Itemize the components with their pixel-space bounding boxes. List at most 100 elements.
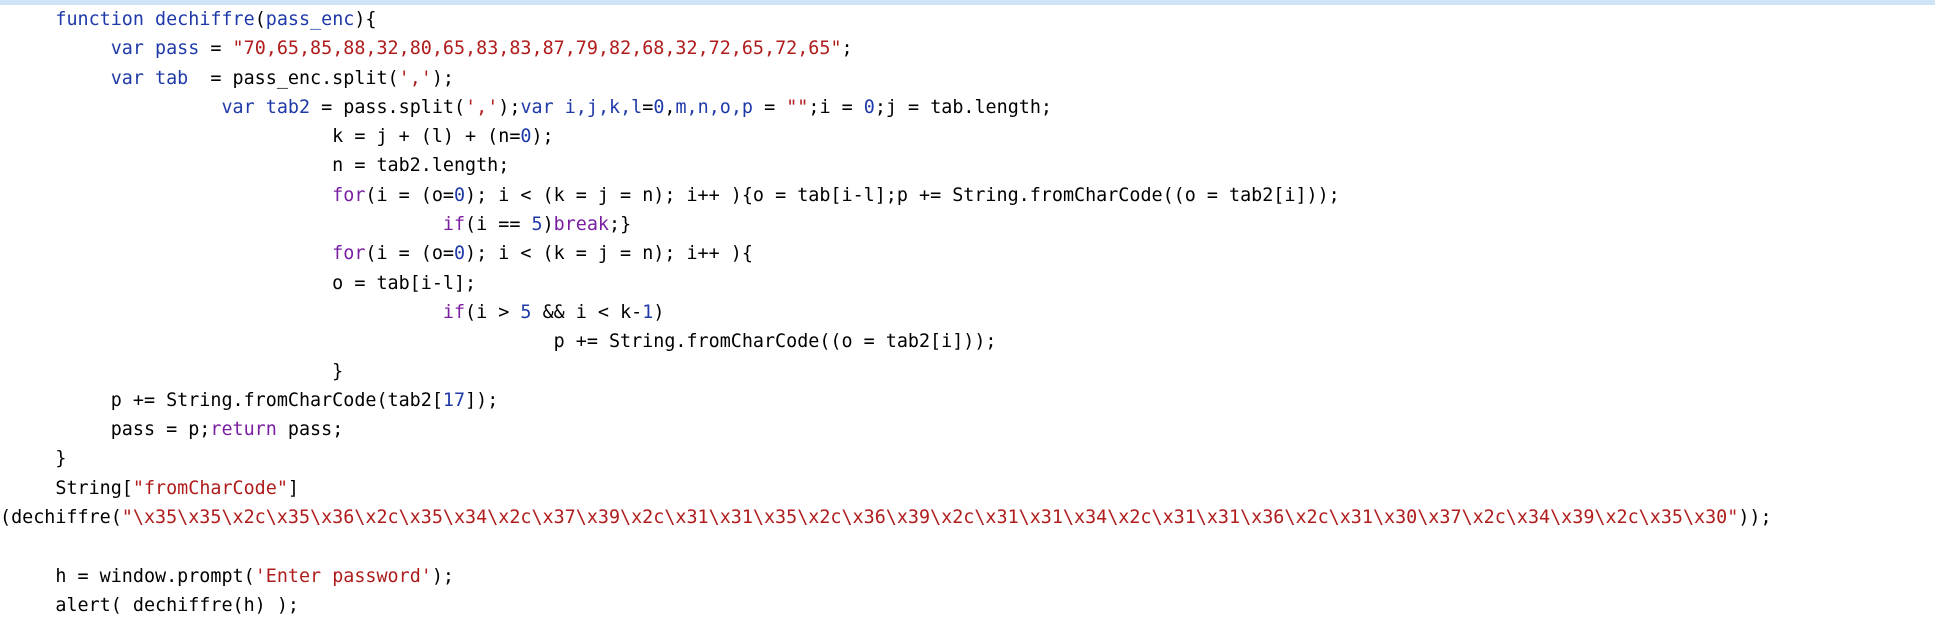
code-token: p += String.fromCharCode(tab2[ bbox=[110, 389, 443, 411]
code-token: tab bbox=[155, 67, 189, 89]
code-token: 5 bbox=[520, 301, 532, 323]
code-token: ); i < (k = j = n); i++ ){ bbox=[465, 243, 753, 265]
code-token: break bbox=[553, 214, 610, 236]
code-token: n = tab2.length; bbox=[332, 155, 510, 177]
code-line: function dechiffre(pass_enc){ bbox=[0, 5, 1935, 34]
code-line: var pass = "70,65,85,88,32,80,65,83,83,8… bbox=[0, 34, 1935, 63]
code-line: k = j + (l) + (n=0); bbox=[0, 122, 1935, 151]
code-token: var bbox=[110, 38, 144, 60]
code-token: = bbox=[199, 38, 233, 60]
code-token: (i = (o= bbox=[365, 184, 454, 206]
code-token: (dechiffre( bbox=[0, 507, 122, 529]
code-token: ( bbox=[254, 9, 266, 30]
code-line: p += String.fromCharCode((o = tab2[i])); bbox=[0, 327, 1935, 356]
code-token: 0 bbox=[453, 184, 466, 206]
code-token: ] bbox=[287, 477, 299, 499]
code-token: "" bbox=[786, 96, 809, 118]
code-token: ); bbox=[498, 96, 521, 118]
code-token: var bbox=[520, 96, 554, 118]
code-token: ;i = bbox=[808, 96, 864, 118]
code-line: for(i = (o=0); i < (k = j = n); i++ ){ bbox=[0, 239, 1935, 268]
code-token: && i < k- bbox=[531, 301, 643, 323]
code-token: = pass_enc.split( bbox=[188, 67, 399, 89]
code-token: o = tab[i-l]; bbox=[332, 272, 477, 294]
code-token: (i > bbox=[465, 301, 521, 323]
code-token: } bbox=[332, 360, 344, 382]
code-token: ; bbox=[841, 38, 853, 60]
code-token: ){ bbox=[354, 9, 377, 30]
code-line: h = window.prompt('Enter password'); bbox=[0, 562, 1935, 591]
code-token: ;j = tab.length; bbox=[874, 96, 1052, 118]
code-token: "70,65,85,88,32,80,65,83,83,87,79,82,68,… bbox=[232, 38, 842, 60]
code-line: var tab2 = pass.split(',');var i,j,k,l=0… bbox=[0, 93, 1935, 122]
code-token: ); bbox=[431, 67, 454, 89]
code-token: )); bbox=[1738, 507, 1772, 529]
code-token: (i == bbox=[465, 214, 532, 236]
code-token: m,n,o,p bbox=[675, 96, 753, 118]
code-token: pass_enc bbox=[265, 9, 355, 30]
code-token: 0 bbox=[653, 96, 665, 118]
code-token: ); bbox=[531, 126, 554, 148]
code-token: for bbox=[332, 184, 366, 206]
code-line: p += String.fromCharCode(tab2[17]); bbox=[0, 386, 1935, 415]
code-token: 'Enter password' bbox=[254, 565, 432, 587]
code-token: (i = (o= bbox=[365, 243, 454, 265]
code-token: = pass.split( bbox=[310, 96, 466, 118]
code-token: var bbox=[110, 67, 144, 89]
code-token: 0 bbox=[863, 96, 875, 118]
code-token: "\x35\x35\x2c\x35\x36\x2c\x35\x34\x2c\x3… bbox=[121, 507, 1739, 529]
code-token: var bbox=[221, 96, 255, 118]
code-editor[interactable]: function dechiffre(pass_enc){ var pass =… bbox=[0, 5, 1935, 620]
code-token: 5 bbox=[531, 214, 543, 236]
code-token: = bbox=[753, 96, 787, 118]
code-token: function bbox=[55, 9, 144, 30]
code-token: 0 bbox=[520, 126, 532, 148]
code-token: if bbox=[442, 301, 466, 323]
code-line: } bbox=[0, 357, 1935, 386]
code-token: tab2 bbox=[265, 96, 311, 118]
code-token: p += String.fromCharCode((o = tab2[i])); bbox=[553, 331, 997, 353]
code-line: alert( dechiffre(h) ); bbox=[0, 591, 1935, 620]
code-token: ) bbox=[653, 301, 665, 323]
code-token: pass bbox=[155, 38, 200, 60]
code-line: var tab = pass_enc.split(','); bbox=[0, 64, 1935, 93]
code-token: return bbox=[210, 419, 277, 441]
code-token: pass = p; bbox=[110, 419, 211, 441]
code-token: "fromCharCode" bbox=[132, 477, 288, 499]
code-token: ',' bbox=[465, 96, 499, 118]
code-token: pass; bbox=[276, 419, 344, 441]
code-line: n = tab2.length; bbox=[0, 151, 1935, 180]
code-line: o = tab[i-l]; bbox=[0, 269, 1935, 298]
code-line: pass = p;return pass; bbox=[0, 415, 1935, 444]
code-token: for bbox=[332, 243, 366, 265]
code-line: if(i > 5 && i < k-1) bbox=[0, 298, 1935, 327]
code-token: ]); bbox=[465, 389, 499, 411]
code-token: String[ bbox=[55, 477, 133, 499]
code-token: 1 bbox=[642, 301, 654, 323]
code-token: , bbox=[664, 96, 676, 118]
code-token: ) bbox=[542, 214, 554, 236]
code-token: alert( dechiffre(h) ); bbox=[55, 594, 299, 616]
